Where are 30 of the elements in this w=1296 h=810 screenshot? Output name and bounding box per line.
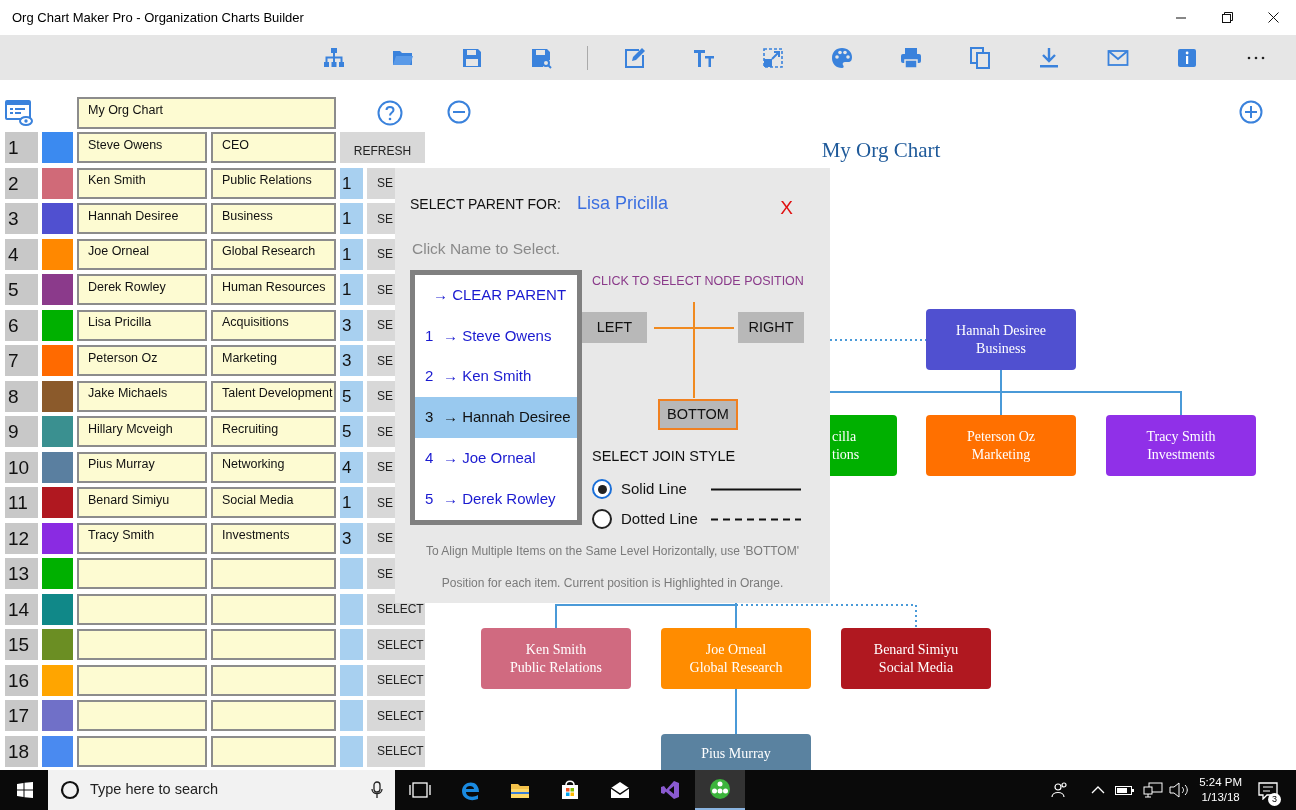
row-number: 2 (5, 167, 38, 199)
row-number: 8 (5, 380, 38, 412)
instruction-text: Click Name to Select. (412, 238, 562, 259)
row-number: 14 (5, 593, 38, 625)
row-number: 17 (5, 700, 38, 731)
note-text: Position for each item. Current position is Highlighted in Orange. (440, 575, 785, 592)
note-text: To Align Multiple Items on the Same Level Horizontally, use 'BOTTOM' (425, 543, 800, 560)
row-number: 18 (5, 735, 38, 767)
row-number: 11 (5, 487, 38, 518)
row-number: 10 (5, 451, 38, 483)
row-number: 4 (5, 238, 38, 270)
row-number: 15 (5, 629, 38, 660)
row-number: 9 (5, 416, 38, 447)
selected-person: Lisa Pricilla (576, 192, 668, 215)
row-number: 3 (5, 203, 38, 234)
row-number: 13 (5, 558, 38, 589)
position-title: CLICK TO SELECT NODE POSITION (592, 272, 804, 290)
radio-label: Dotted Line (621, 508, 699, 529)
dialog-heading: SELECT PARENT FOR: (410, 195, 561, 214)
window-title: Org Chart Maker Pro - Organization Charts Builder (12, 8, 304, 27)
radio-label: Solid Line (621, 478, 688, 499)
chart-title: My Org Chart (820, 137, 942, 164)
notification-count: 3 (1268, 793, 1281, 806)
row-number: 7 (5, 345, 38, 376)
join-style-title: SELECT JOIN STYLE (592, 447, 737, 467)
row-number: 12 (5, 522, 38, 554)
row-number: 5 (5, 274, 38, 305)
row-number: 1 (5, 132, 38, 163)
row-number: 6 (5, 309, 38, 341)
row-number: 16 (5, 664, 38, 696)
